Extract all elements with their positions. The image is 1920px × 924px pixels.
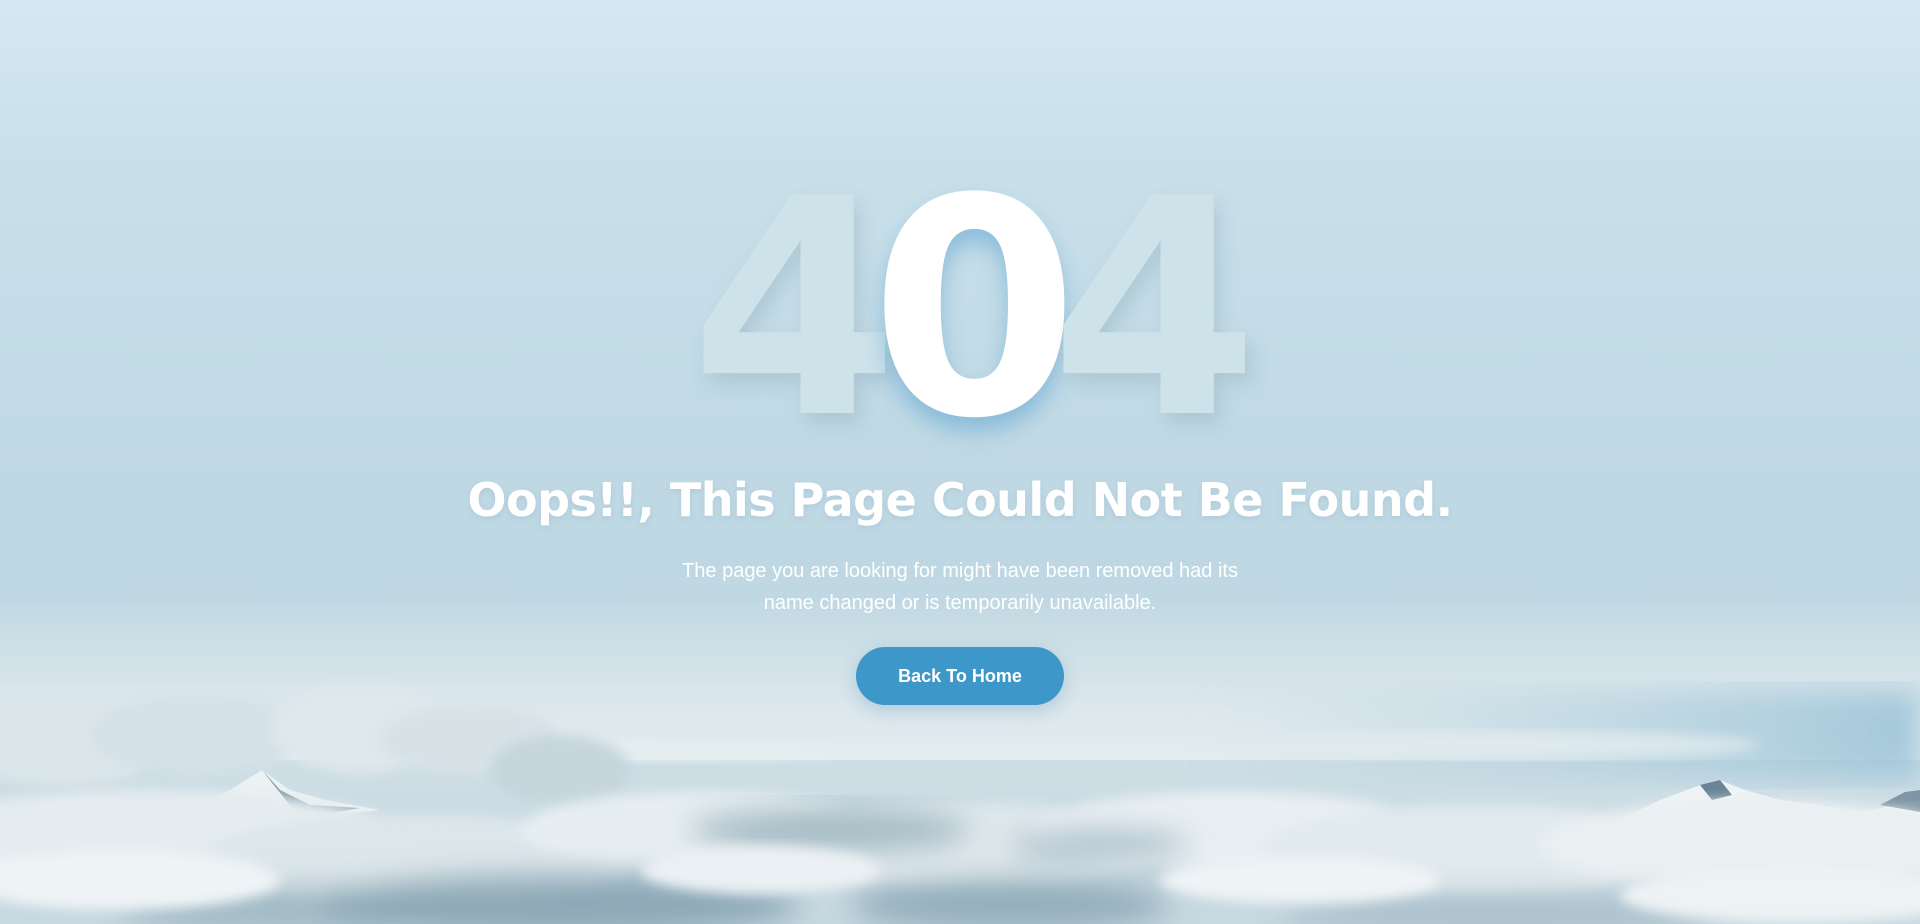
error-page: 4 0 4 Oops!!, This Page Could Not Be Fou… [0,0,1920,924]
error-description-line-2: name changed or is temporarily unavailab… [763,592,1157,614]
back-to-home-button[interactable]: Back To Home [856,647,1064,705]
error-code-digit-last: 4 [1050,135,1259,484]
error-code-digit-first: 4 [690,135,899,484]
error-description-line-1: The page you are looking for might have … [682,560,1238,582]
error-headline: Oops!!, This Page Could Not Be Found. [467,473,1453,527]
error-code-404: 4 0 4 [0,160,1920,460]
error-code-digit-middle: 0 [870,135,1079,484]
error-description: The page you are looking for might have … [660,555,1260,619]
